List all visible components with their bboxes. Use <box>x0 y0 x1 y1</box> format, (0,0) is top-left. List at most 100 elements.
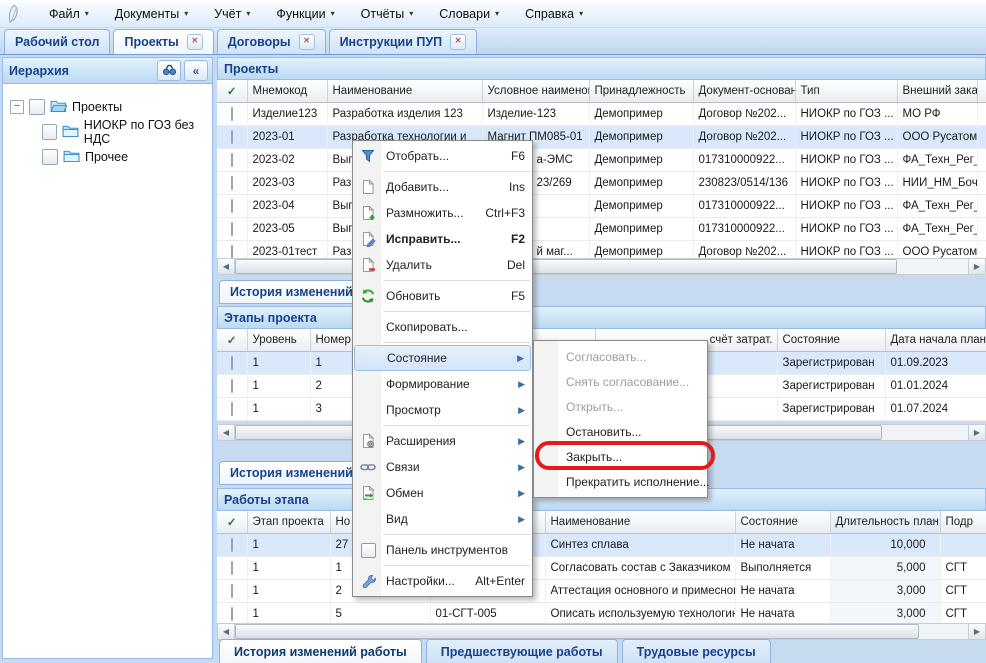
tree-checkbox[interactable] <box>42 124 57 140</box>
scroll-left-icon[interactable]: ◀ <box>218 425 235 440</box>
column-header[interactable]: Уровень <box>247 329 310 352</box>
tab-close-icon[interactable]: ✕ <box>450 34 466 50</box>
scroll-thumb[interactable] <box>235 624 919 639</box>
row-checkbox[interactable] <box>231 607 233 621</box>
column-header[interactable]: Документ-основан <box>693 80 795 103</box>
scroll-thumb[interactable] <box>235 259 897 274</box>
table-row[interactable]: 2023-03Разр23/269Демопример230823/0514/1… <box>217 172 986 195</box>
menubar-item-reports[interactable]: Отчёты▾ <box>348 4 427 24</box>
table-row[interactable]: 2023-04ВыпДемопример017310000922...НИОКР… <box>217 195 986 218</box>
tab-pup-instructions[interactable]: Инструкции ПУП✕ <box>329 29 478 54</box>
submenu-item-approve[interactable]: Согласовать... <box>534 344 707 369</box>
menu-item-edit[interactable]: Исправить...F2 <box>354 226 531 252</box>
tab-projects[interactable]: Проекты✕ <box>113 29 213 54</box>
column-header[interactable]: ✓ <box>217 80 247 103</box>
projects-hscrollbar[interactable]: ◀ ▶ <box>217 258 986 275</box>
menubar-item-functions[interactable]: Функции▾ <box>263 4 347 24</box>
table-row[interactable]: 2023-02Выпа-ЭМСДемопример017310000922...… <box>217 149 986 172</box>
menu-item-delete[interactable]: УдалитьDel <box>354 252 531 278</box>
tree-checkbox[interactable] <box>42 149 58 165</box>
row-checkbox[interactable] <box>231 153 233 167</box>
menu-item-settings[interactable]: Настройки...Alt+Enter <box>354 568 531 594</box>
column-header[interactable]: Подр <box>940 511 986 534</box>
tab-desktop[interactable]: Рабочий стол <box>4 29 110 54</box>
row-checkbox[interactable] <box>231 561 233 575</box>
collapse-panel-button[interactable]: « <box>184 60 208 81</box>
search-button[interactable] <box>157 60 181 81</box>
table-row[interactable]: 11Согласовать состав с ЗаказчикомВыполня… <box>217 557 986 580</box>
column-header[interactable]: Тип <box>795 80 897 103</box>
row-checkbox[interactable] <box>231 402 233 416</box>
menubar-item-dictionaries[interactable]: Словари▾ <box>426 4 512 24</box>
tree-checkbox[interactable] <box>29 99 45 115</box>
menubar-item-file[interactable]: Файл▾ <box>36 4 102 24</box>
menu-item-preview[interactable]: Просмотр▶ <box>354 397 531 423</box>
column-header[interactable]: Наименование <box>327 80 482 103</box>
menubar-item-documents[interactable]: Документы▾ <box>102 4 201 24</box>
scroll-left-icon[interactable]: ◀ <box>218 259 235 274</box>
table-row[interactable]: 2023-05ВыпДемопример017310000922...НИОКР… <box>217 218 986 241</box>
column-header[interactable] <box>977 80 986 103</box>
column-header[interactable]: ✓ <box>217 511 247 534</box>
tree-item-other[interactable]: Прочее <box>3 144 212 169</box>
tab-close-icon[interactable]: ✕ <box>187 34 203 50</box>
menu-item-extensions[interactable]: Расширения▶ <box>354 428 531 454</box>
row-checkbox[interactable] <box>231 245 233 259</box>
row-checkbox[interactable] <box>231 176 233 190</box>
scroll-right-icon[interactable]: ▶ <box>968 259 985 274</box>
tree-item-niokr-goz[interactable]: НИОКР по ГОЗ без НДС <box>3 119 212 144</box>
table-row[interactable]: Изделие123Разработка изделия 123Изделие-… <box>217 103 986 126</box>
tab-stage-history[interactable]: История изменений э <box>219 461 369 485</box>
scroll-right-icon[interactable]: ▶ <box>968 425 985 440</box>
column-header[interactable]: ✓ <box>217 329 247 352</box>
tree-item-projects-root[interactable]: –Проекты <box>3 94 212 119</box>
column-header[interactable]: Длительность план▼ <box>830 511 940 534</box>
row-checkbox[interactable] <box>231 107 233 121</box>
row-checkbox[interactable] <box>231 130 233 144</box>
scroll-track[interactable] <box>235 259 968 274</box>
expand-toggle[interactable]: – <box>10 100 24 114</box>
column-header[interactable]: Мнемокод <box>247 80 327 103</box>
row-checkbox[interactable] <box>231 379 233 393</box>
column-header[interactable]: Этап проекта <box>247 511 330 534</box>
menu-item-add[interactable]: Добавить...Ins <box>354 174 531 200</box>
scroll-track[interactable] <box>235 624 968 639</box>
scroll-right-icon[interactable]: ▶ <box>968 624 985 639</box>
menu-item-copy[interactable]: Скопировать... <box>354 314 531 340</box>
menu-item-formation[interactable]: Формирование▶ <box>354 371 531 397</box>
menubar-item-help[interactable]: Справка▾ <box>512 4 596 24</box>
submenu-item-unapprove[interactable]: Снять согласование... <box>534 369 707 394</box>
column-header[interactable]: Внешний заказчик <box>897 80 977 103</box>
column-header[interactable]: Условное наименова <box>482 80 589 103</box>
row-checkbox[interactable] <box>231 356 233 370</box>
table-row[interactable]: 12Аттестация основного и примесног...Не … <box>217 580 986 603</box>
column-header[interactable]: Дата начала план <box>885 329 986 352</box>
works-hscrollbar[interactable]: ◀ ▶ <box>217 623 986 640</box>
row-checkbox[interactable] <box>231 584 233 598</box>
row-checkbox[interactable] <box>231 222 233 236</box>
menu-item-links[interactable]: Связи▶ <box>354 454 531 480</box>
menu-item-view[interactable]: Вид▶ <box>354 506 531 532</box>
column-header[interactable]: Состояние <box>777 329 885 352</box>
tab-labor-resources[interactable]: Трудовые ресурсы <box>622 639 771 663</box>
menu-item-refresh[interactable]: ОбновитьF5 <box>354 283 531 309</box>
column-header[interactable]: Наименование <box>545 511 735 534</box>
submenu-item-terminate[interactable]: Прекратить исполнение... <box>534 469 707 494</box>
column-header[interactable]: Принадлежность <box>589 80 693 103</box>
menu-item-filter[interactable]: Отобрать...F6 <box>354 143 531 169</box>
menu-item-state[interactable]: Состояние▶ <box>354 345 531 371</box>
column-header[interactable]: Состояние <box>735 511 830 534</box>
tab-work-history[interactable]: История изменений работы <box>219 639 422 663</box>
table-row[interactable]: 127Синтез сплаваНе начата10,000 <box>217 534 986 557</box>
menu-item-exchange[interactable]: Обмен▶ <box>354 480 531 506</box>
tab-predecessor-works[interactable]: Предшествующие работы <box>426 639 618 663</box>
menu-item-duplicate[interactable]: Размножить...Ctrl+F3 <box>354 200 531 226</box>
menu-item-toolbar-toggle[interactable]: Панель инструментов <box>354 537 531 563</box>
tab-contracts[interactable]: Договоры✕ <box>217 29 326 54</box>
row-checkbox[interactable] <box>231 538 233 552</box>
submenu-item-open[interactable]: Открыть... <box>534 394 707 419</box>
row-checkbox[interactable] <box>231 199 233 213</box>
menubar-item-accounting[interactable]: Учёт▾ <box>201 4 263 24</box>
checkbox-unchecked-icon[interactable] <box>361 543 376 558</box>
tab-close-icon[interactable]: ✕ <box>299 34 315 50</box>
